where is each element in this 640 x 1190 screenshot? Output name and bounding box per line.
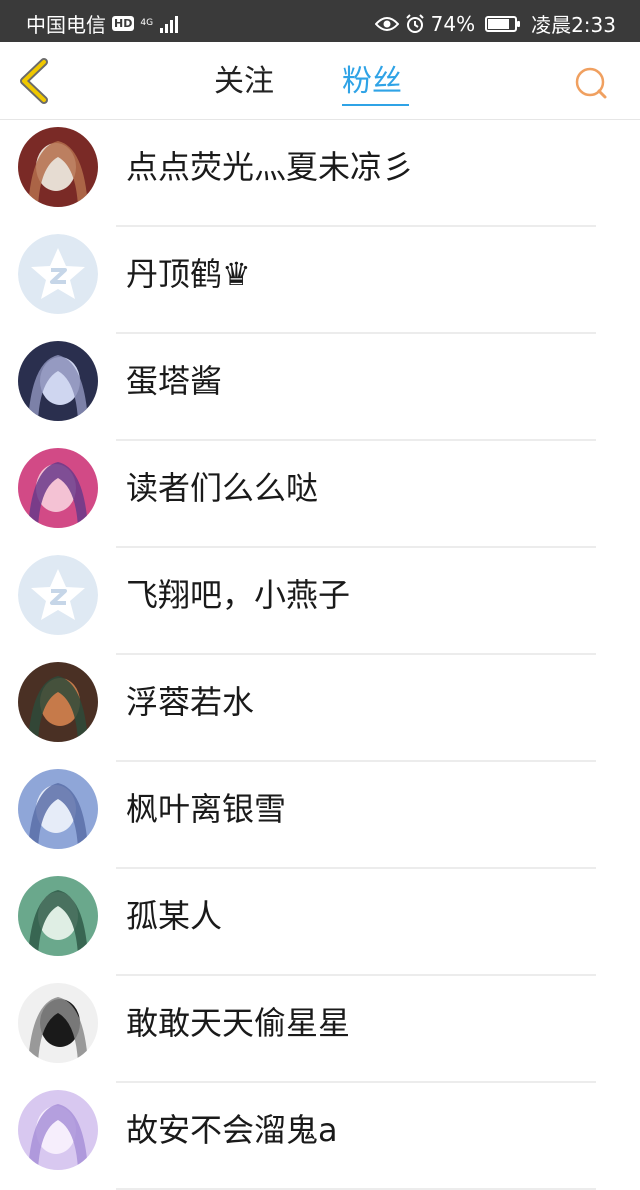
avatar[interactable] bbox=[18, 983, 98, 1063]
avatar[interactable] bbox=[18, 234, 98, 314]
tab-following[interactable]: 关注 bbox=[214, 62, 274, 102]
alarm-icon bbox=[405, 13, 424, 33]
fan-name: 浮蓉若水 bbox=[126, 683, 255, 721]
network-label: 4G bbox=[140, 18, 154, 28]
fan-name: 蛋塔酱 bbox=[126, 362, 223, 400]
avatar[interactable] bbox=[18, 769, 98, 849]
avatar[interactable] bbox=[18, 448, 98, 528]
fan-name: 飞翔吧，小燕子 bbox=[126, 576, 351, 614]
avatar[interactable] bbox=[18, 1090, 98, 1170]
fans-list: 点点荧光灬夏未凉彡 丹顶鹤♛ 蛋塔酱读者们么么哒 飞翔吧，小燕子 浮蓉若水枫叶离银雪孤某… bbox=[0, 120, 640, 1190]
status-right: 74% 凌晨2:33 bbox=[374, 9, 616, 38]
battery-percent: 74% bbox=[430, 11, 476, 36]
search-button[interactable] bbox=[572, 64, 610, 102]
status-left: 中国电信 HD 4G bbox=[26, 9, 179, 38]
fan-list-item[interactable]: 飞翔吧，小燕子 bbox=[0, 548, 640, 655]
avatar[interactable] bbox=[18, 341, 98, 421]
fan-list-item[interactable]: 敢敢天天偷星星 bbox=[0, 976, 640, 1083]
status-bar: 中国电信 HD 4G 74% 凌晨2:33 bbox=[0, 0, 640, 42]
fan-list-item[interactable]: 点点荧光灬夏未凉彡 bbox=[0, 120, 640, 227]
carrier-label: 中国电信 bbox=[26, 13, 106, 37]
avatar[interactable] bbox=[18, 876, 98, 956]
clock: 凌晨2:33 bbox=[531, 13, 616, 37]
fan-name: 敢敢天天偷星星 bbox=[126, 1004, 351, 1042]
fan-name: 丹顶鹤♛ bbox=[126, 255, 251, 293]
battery-fill bbox=[488, 18, 509, 29]
fan-name: 孤某人 bbox=[126, 897, 223, 935]
fan-list-item[interactable]: 浮蓉若水 bbox=[0, 655, 640, 762]
back-button[interactable] bbox=[14, 56, 58, 106]
avatar[interactable] bbox=[18, 555, 98, 635]
search-icon bbox=[575, 67, 607, 99]
fan-name: 读者们么么哒 bbox=[126, 469, 319, 507]
signal-icon bbox=[160, 15, 179, 33]
back-arrow-icon bbox=[20, 58, 48, 104]
fan-list-item[interactable]: 读者们么么哒 bbox=[0, 441, 640, 548]
avatar[interactable] bbox=[18, 662, 98, 742]
fan-list-item[interactable]: 蛋塔酱 bbox=[0, 334, 640, 441]
hd-badge: HD bbox=[112, 16, 135, 31]
fan-name: 枫叶离银雪 bbox=[126, 790, 287, 828]
nav-bar: 关注 粉丝 bbox=[0, 42, 640, 120]
fan-name: 故安不会溜鬼a bbox=[126, 1111, 338, 1149]
active-tab-indicator bbox=[342, 104, 409, 106]
fan-list-item[interactable]: 故安不会溜鬼a bbox=[0, 1083, 640, 1190]
eye-icon bbox=[374, 16, 399, 31]
battery-icon bbox=[485, 15, 521, 32]
avatar[interactable] bbox=[18, 127, 98, 207]
fan-list-item[interactable]: 枫叶离银雪 bbox=[0, 762, 640, 869]
fan-list-item[interactable]: 丹顶鹤♛ bbox=[0, 227, 640, 334]
tab-fans[interactable]: 粉丝 bbox=[342, 62, 402, 102]
fan-name: 点点荧光灬夏未凉彡 bbox=[126, 148, 415, 186]
fan-list-item[interactable]: 孤某人 bbox=[0, 869, 640, 976]
